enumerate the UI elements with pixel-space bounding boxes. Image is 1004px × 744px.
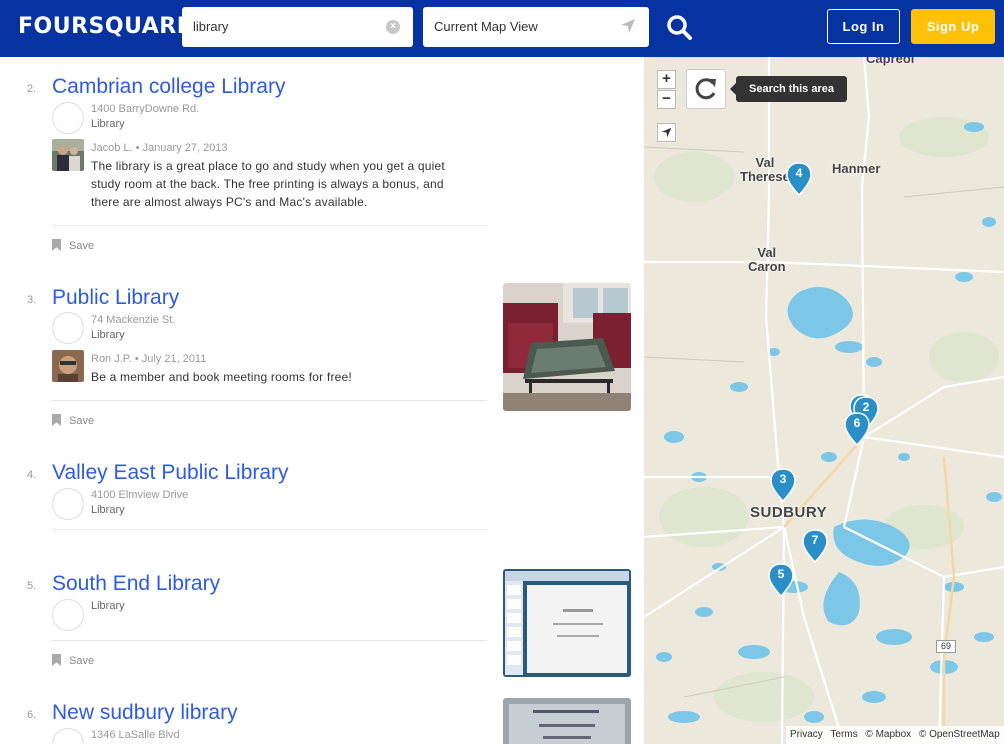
tip-author-date: Jacob L. • January 27, 2013	[91, 142, 228, 154]
map-label-val-caron: Val Caron	[748, 245, 786, 274]
venue-category[interactable]: Library	[91, 600, 125, 612]
save-button[interactable]: Save	[52, 239, 94, 252]
map-label-sudbury: SUDBURY	[750, 504, 828, 521]
bookmark-icon	[52, 239, 61, 251]
terms-link[interactable]: Terms	[830, 729, 857, 740]
avatar[interactable]	[52, 350, 84, 382]
bookmark-icon	[52, 414, 61, 426]
refresh-icon	[695, 78, 716, 100]
divider	[52, 640, 487, 641]
result-rank: 4.	[27, 469, 37, 481]
venue-address: 74 Mackenzie St.	[91, 314, 176, 326]
refresh-map-button[interactable]	[686, 69, 726, 109]
divider	[52, 225, 487, 226]
location-arrow-icon[interactable]	[620, 18, 636, 34]
clear-icon[interactable]: ×	[386, 20, 400, 34]
save-button[interactable]: Save	[52, 414, 94, 427]
venue-address: 1346 LaSalle Blvd	[91, 729, 180, 741]
map-pin[interactable]: 7	[802, 529, 828, 563]
map-label-hanmer: Hanmer	[832, 161, 881, 176]
venue-photo[interactable]	[503, 698, 631, 744]
locate-me-button[interactable]	[657, 123, 676, 142]
category-icon	[52, 312, 84, 344]
tip-text: The library is a great place to go and s…	[91, 159, 445, 209]
venue-title[interactable]: New sudbury library	[52, 701, 238, 725]
privacy-link[interactable]: Privacy	[790, 729, 823, 740]
result-rank: 6.	[27, 709, 37, 721]
tip-text: Be a member and book meeting rooms for f…	[91, 370, 352, 384]
venue-category[interactable]: Library	[91, 504, 125, 516]
map-label-val-therese: Val Therese	[740, 155, 790, 184]
avatar[interactable]	[52, 139, 84, 171]
venue-title[interactable]: Valley East Public Library	[52, 461, 289, 485]
search-this-area-button[interactable]: Search this area	[730, 76, 847, 102]
map-pin[interactable]: 3	[770, 468, 796, 502]
search-icon[interactable]	[664, 12, 696, 44]
category-icon	[52, 728, 84, 744]
osm-link[interactable]: © OpenStreetMap	[919, 729, 1000, 740]
top-bar: FOURSQUARE library × Current Map View Lo…	[0, 0, 1004, 57]
category-icon	[52, 488, 84, 520]
venue-photo[interactable]	[503, 283, 631, 411]
search-input[interactable]: library ×	[182, 7, 413, 47]
search-input-value[interactable]: library	[193, 19, 228, 34]
login-button[interactable]: Log In	[827, 9, 900, 44]
venue-address: 1400 BarryDowne Rd.	[91, 103, 200, 115]
results-list: 2. Cambrian college Library 1400 BarryDo…	[0, 57, 644, 744]
mapbox-link[interactable]: © Mapbox	[865, 729, 911, 740]
venue-title[interactable]: Cambrian college Library	[52, 75, 285, 99]
location-input[interactable]: Current Map View	[423, 7, 649, 47]
venue-address: 4100 Elmview Drive	[91, 489, 189, 501]
venue-title[interactable]: South End Library	[52, 572, 220, 596]
map-label-capreol: Capreol	[866, 57, 915, 66]
map-attribution: Privacy Terms © Mapbox © OpenStreetMap	[786, 726, 1004, 744]
save-button[interactable]: Save	[52, 654, 94, 667]
divider	[52, 529, 487, 530]
venue-category[interactable]: Library	[91, 329, 125, 341]
location-arrow-icon	[661, 127, 672, 138]
category-icon	[52, 599, 84, 631]
bookmark-icon	[52, 654, 61, 666]
category-icon	[52, 102, 84, 134]
venue-title[interactable]: Public Library	[52, 286, 179, 310]
result-rank: 3.	[27, 294, 37, 306]
venue-category[interactable]: Library	[91, 118, 125, 130]
highway-shield: 69	[936, 640, 956, 653]
zoom-out-button[interactable]: −	[657, 90, 676, 109]
map-pin[interactable]: 5	[768, 563, 794, 597]
zoom-in-button[interactable]: +	[657, 70, 676, 89]
location-input-value[interactable]: Current Map View	[434, 19, 538, 34]
result-rank: 5.	[27, 580, 37, 592]
foursquare-logo[interactable]: FOURSQUARE	[18, 14, 192, 39]
map-pin[interactable]: 4	[786, 162, 812, 196]
tip-author-date: Ron J.P. • July 21, 2011	[91, 353, 207, 365]
divider	[52, 400, 487, 401]
signup-button[interactable]: Sign Up	[911, 9, 995, 44]
result-rank: 2.	[27, 83, 37, 95]
venue-photo[interactable]	[503, 569, 631, 677]
map-pin[interactable]: 6	[844, 412, 870, 446]
